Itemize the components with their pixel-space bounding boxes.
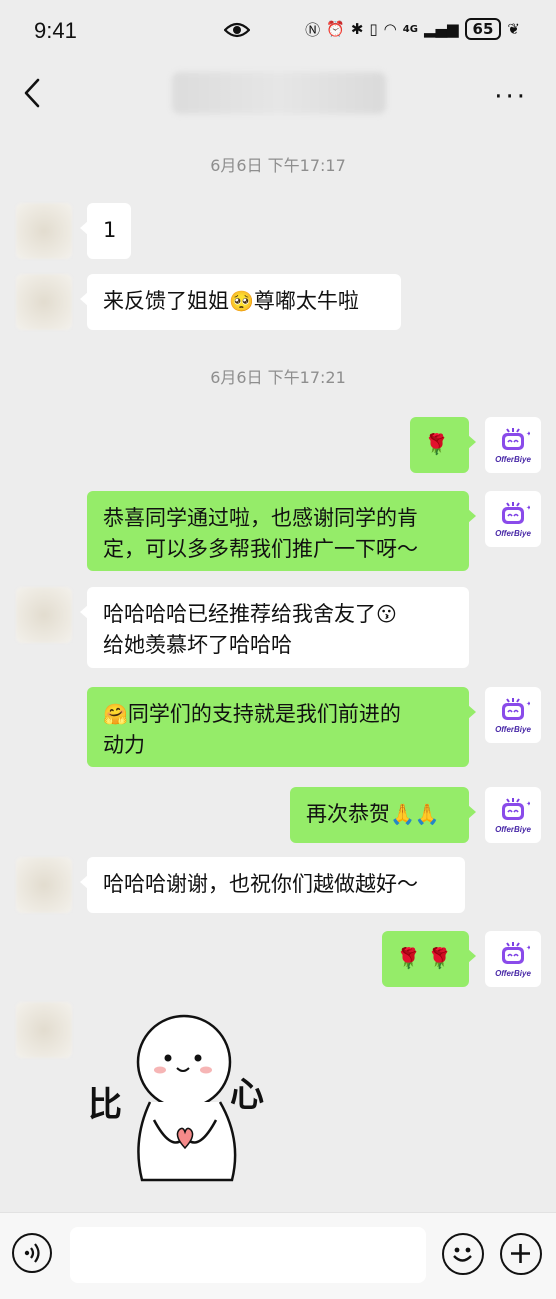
sticker-text-left: 比 [88,1085,122,1125]
message-text: 1 [103,218,117,242]
signal-icon: ▂▄▆ [423,20,459,38]
svg-text:✦: ✦ [526,430,530,438]
hugging-emoji: 🤗 [103,702,128,726]
heart-hands-sticker[interactable]: 比 心 [82,1010,292,1188]
contact-avatar[interactable] [16,274,72,330]
message-text: 恭喜同学通过啦，也感谢同学的肯 [103,506,418,530]
status-time: 9:41 [34,18,77,43]
brand-avatar[interactable]: ✦ OfferBiye [485,491,541,547]
brand-name: OfferBiye [495,724,531,734]
emoji-icon[interactable] [442,1233,484,1275]
message-bubble-sent[interactable]: 恭喜同学通过啦，也感谢同学的肯 定，可以多多帮我们推广一下呀～ [87,491,476,571]
add-attachment-icon[interactable] [500,1233,542,1275]
more-options-icon[interactable]: ··· [494,82,528,112]
message-bubble-sent[interactable]: 🤗同学们的支持就是我们前进的 动力 [87,687,476,767]
folded-hands-emoji: 🙏🙏 [390,802,440,826]
eye-icon [224,22,250,38]
chat-title [172,72,386,114]
wifi-icon: ◠ [383,20,397,38]
brand-avatar[interactable]: ✦ OfferBiye [485,787,541,843]
contact-avatar[interactable] [16,203,72,259]
robot-tv-icon: ✦ [502,501,530,524]
contact-avatar[interactable] [16,587,72,643]
message-bubble-sent[interactable]: 再次恭贺🙏🙏 [290,787,476,843]
message-text: 再次恭贺 [306,802,390,826]
message-text: 给她羡慕坏了哈哈哈 [103,633,292,657]
nfc-icon: Ⓝ [305,20,321,39]
voice-input-icon[interactable] [12,1233,52,1273]
rose-emoji: 🌹 [424,432,449,456]
message-text: 同学们的支持就是我们前进的 [127,702,401,726]
svg-text:✦: ✦ [526,944,530,952]
message-text: 尊嘟太牛啦 [253,289,359,313]
back-icon[interactable] [18,76,48,110]
bluetooth-icon: ✱ [350,20,364,38]
robot-tv-icon: ✦ [502,697,530,720]
svg-text:✦: ✦ [526,800,530,808]
pleading-face-emoji: 🥺 [229,289,254,313]
contact-avatar[interactable] [16,857,72,913]
message-bubble-received[interactable]: 来反馈了姐姐🥺尊嘟太牛啦 [80,274,401,330]
brand-name: OfferBiye [495,528,531,538]
status-bar: 9:41 Ⓝ ⏰ ✱ ▯ ◠ 4G ▂▄▆ 65 ❦ [0,0,556,62]
chat-header: ··· [0,62,556,124]
system-icons: Ⓝ ⏰ ✱ ▯ ◠ 4G ▂▄▆ 65 ❦ [305,18,520,40]
robot-tv-icon: ✦ [502,797,530,820]
message-text: 定，可以多多帮我们推广一下呀～ [103,537,418,561]
message-bubble-received[interactable]: 1 [80,203,131,259]
message-bubble-sent[interactable]: 🌹 [410,417,476,473]
sticker-text-right: 心 [230,1075,264,1115]
message-text: 哈哈哈谢谢，也祝你们越做越好～ [103,872,418,896]
robot-tv-icon: ✦ [502,941,530,964]
brand-avatar[interactable]: ✦ OfferBiye [485,417,541,473]
rose-emoji: 🌹 🌹 [396,946,453,970]
message-bubble-received[interactable]: 哈哈哈谢谢，也祝你们越做越好～ [80,857,465,913]
message-text: 动力 [103,733,145,757]
robot-tv-icon: ✦ [502,427,530,450]
chat-input-bar [0,1212,556,1299]
leaf-icon: ❦ [507,20,520,38]
signal-label: 4G [402,23,418,35]
message-bubble-sent[interactable]: 🌹 🌹 [382,931,476,987]
battery-indicator: 65 [464,18,502,40]
message-input[interactable] [70,1227,426,1283]
message-bubble-received[interactable]: 哈哈哈哈已经推荐给我舍友了😗 给她羡慕坏了哈哈哈 [80,587,469,668]
contact-avatar[interactable] [16,1002,72,1058]
svg-text:✦: ✦ [526,700,530,708]
alarm-icon: ⏰ [326,20,345,38]
message-text: 来反馈了姐姐 [103,289,229,313]
brand-avatar[interactable]: ✦ OfferBiye [485,931,541,987]
vibrate-icon: ▯ [369,20,378,38]
svg-text:✦: ✦ [526,504,530,512]
timestamp: 6月6日 下午17:17 [210,156,346,175]
message-text: 哈哈哈哈已经推荐给我舍友了 [103,602,376,626]
brand-avatar[interactable]: ✦ OfferBiye [485,687,541,743]
kissing-face-emoji: 😗 [376,602,397,626]
brand-name: OfferBiye [495,454,531,464]
timestamp: 6月6日 下午17:21 [210,368,346,387]
brand-name: OfferBiye [495,968,531,978]
brand-name: OfferBiye [495,824,531,834]
